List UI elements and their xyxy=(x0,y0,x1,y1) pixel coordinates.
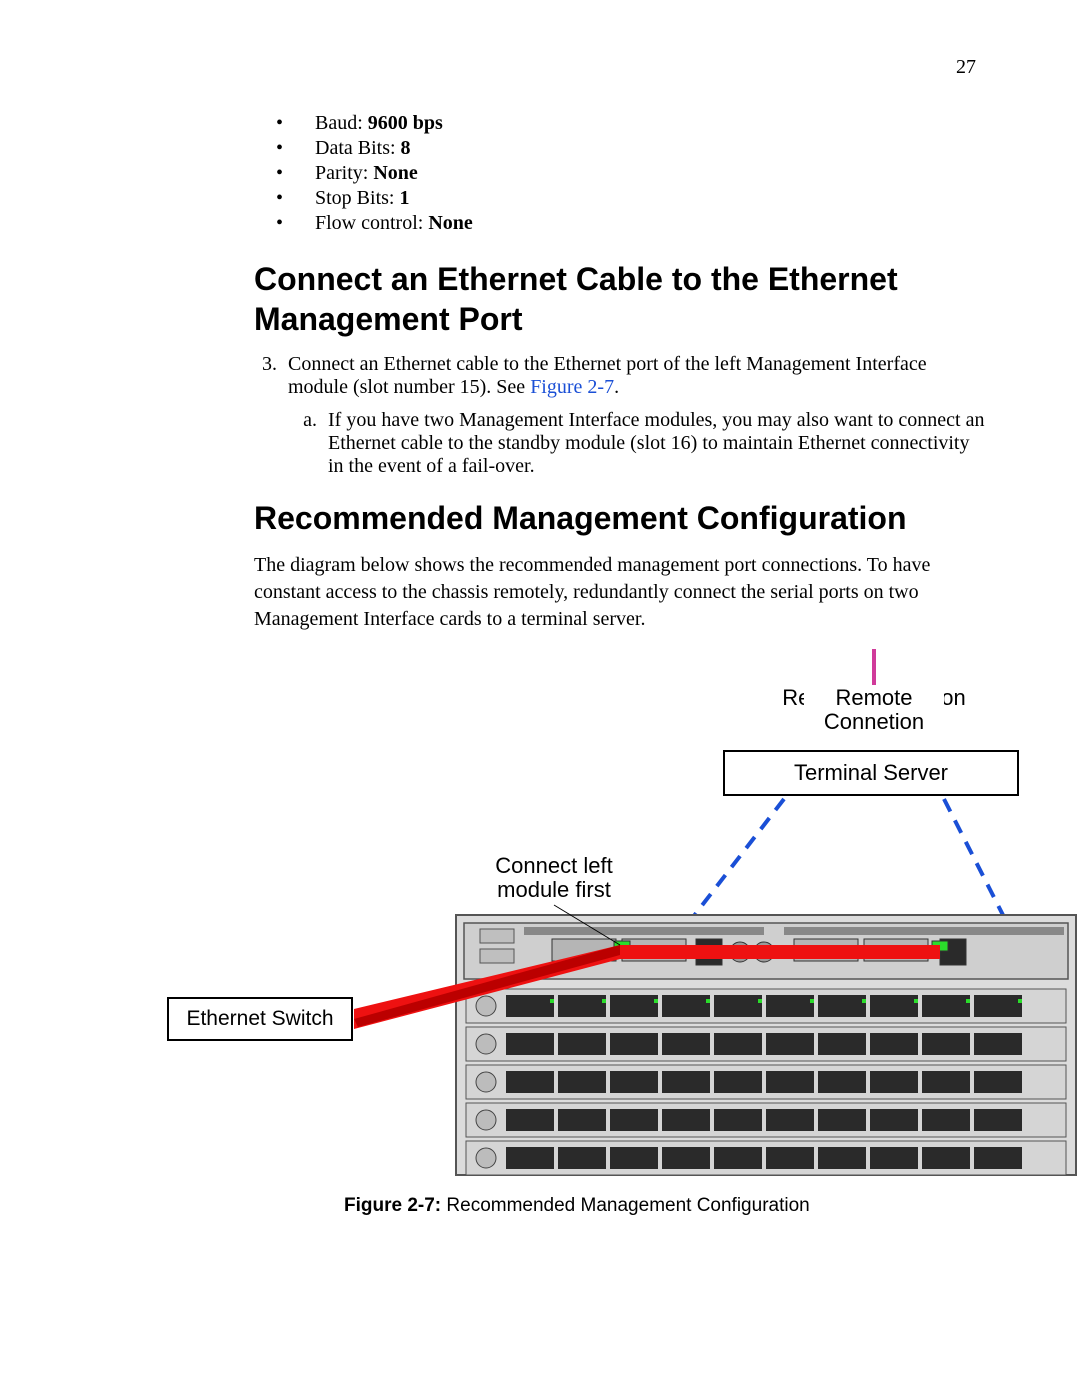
steps-list: Connect an Ethernet cable to the Etherne… xyxy=(254,353,990,478)
serial-settings-list: Baud: 9600 bps Data Bits: 8 Parity: None… xyxy=(310,112,990,235)
page: 27 Baud: 9600 bps Data Bits: 8 Parity: N… xyxy=(0,0,1080,1397)
connect-left-label-2: module first xyxy=(497,877,611,902)
figure-caption-label: Figure 2-7: xyxy=(344,1195,441,1216)
step-text-after: . xyxy=(614,376,619,398)
substeps-list: If you have two Management Interface mod… xyxy=(288,409,990,478)
figure-caption-text: Recommended Management Configuration xyxy=(441,1195,810,1216)
bullet-value: 9600 bps xyxy=(368,112,443,134)
serial-cable-left-icon xyxy=(690,799,784,921)
bullet-value: None xyxy=(428,212,472,234)
list-item: Parity: None xyxy=(310,162,990,185)
terminal-server-label: Terminal Server xyxy=(794,760,948,785)
page-content: Baud: 9600 bps Data Bits: 8 Parity: None… xyxy=(254,112,990,1217)
ethernet-switch-label: Ethernet Switch xyxy=(186,1007,333,1030)
list-item: Data Bits: 8 xyxy=(310,137,990,160)
list-item: Stop Bits: 1 xyxy=(310,187,990,210)
remote-connection-label-1: Remote xyxy=(835,685,912,710)
step-3: Connect an Ethernet cable to the Etherne… xyxy=(282,353,990,478)
heading-recommended-config: Recommended Management Configuration xyxy=(254,498,990,538)
bullet-label: Data Bits: xyxy=(315,137,401,159)
figure-2-7: Remote Connetion Remote Connetion Termin… xyxy=(154,649,1080,1217)
connect-left-label-1: Connect left xyxy=(495,853,612,878)
bullet-value: 8 xyxy=(401,137,411,159)
figure-caption: Figure 2-7: Recommended Management Confi… xyxy=(344,1195,1080,1217)
list-item: Flow control: None xyxy=(310,212,990,235)
figure-2-7-link[interactable]: Figure 2-7 xyxy=(530,376,614,398)
bullet-label: Parity: xyxy=(315,162,373,184)
bullet-value: 1 xyxy=(399,187,409,209)
substep-a: If you have two Management Interface mod… xyxy=(322,409,990,478)
recommended-paragraph: The diagram below shows the recommended … xyxy=(254,552,990,633)
bullet-label: Stop Bits: xyxy=(315,187,399,209)
heading-ethernet-cable: Connect an Ethernet Cable to the Etherne… xyxy=(254,259,990,339)
figure-2-7-svg: Remote Connetion Remote Connetion Termin… xyxy=(154,649,1080,1179)
remote-connection-label-2: Connetion xyxy=(824,709,924,734)
bullet-value: None xyxy=(373,162,417,184)
page-number: 27 xyxy=(956,56,976,79)
serial-cable-right-icon xyxy=(944,799,1006,921)
list-item: Baud: 9600 bps xyxy=(310,112,990,135)
bullet-label: Flow control: xyxy=(315,212,428,234)
bullet-label: Baud: xyxy=(315,112,368,134)
